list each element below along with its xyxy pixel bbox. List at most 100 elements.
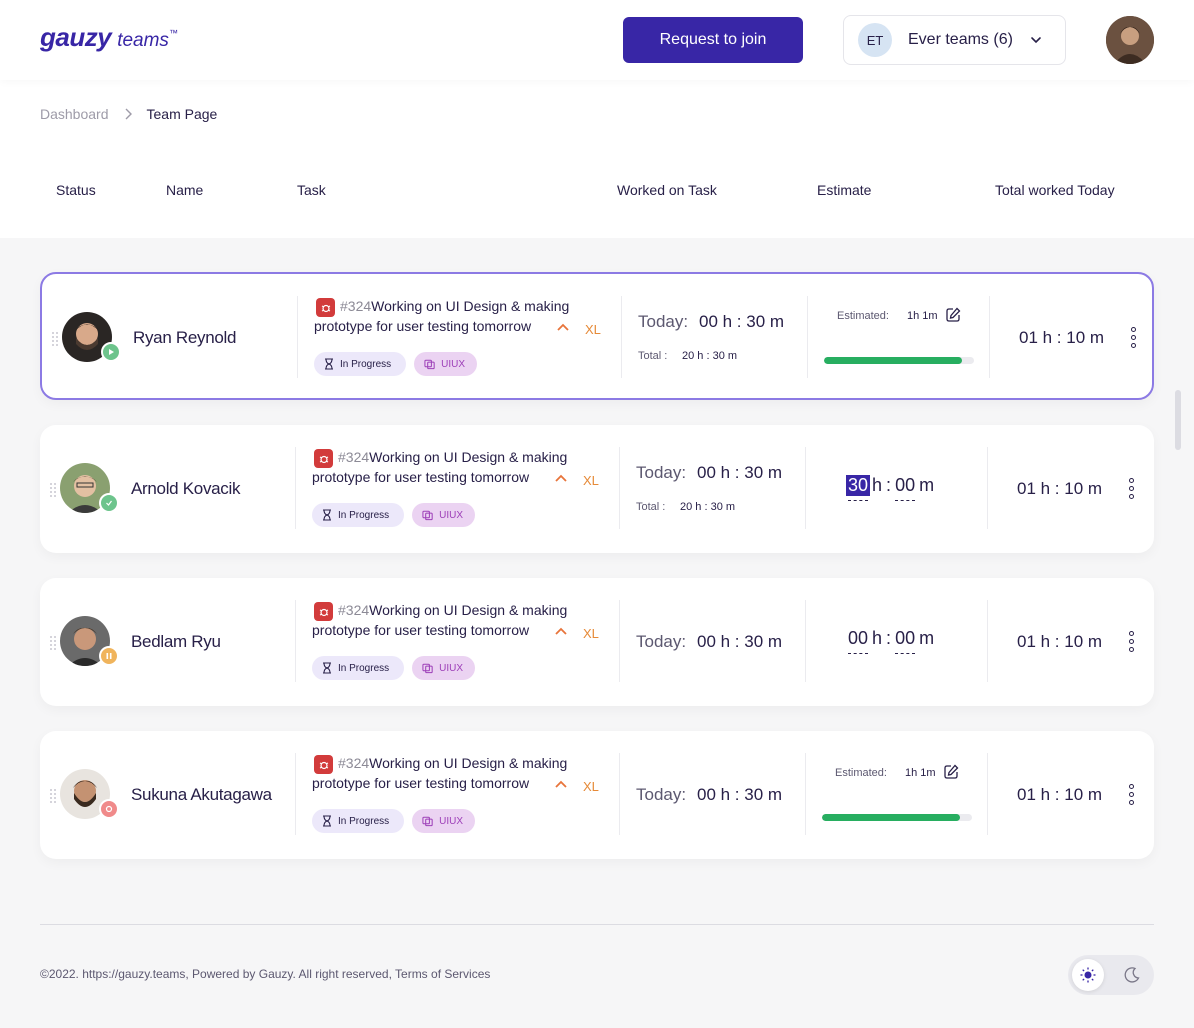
task-number: #324 <box>338 602 370 618</box>
today-label: Today: <box>636 632 687 651</box>
member-row[interactable]: Arnold Kovacik #324Working on UI Design … <box>40 425 1154 553</box>
today-label: Today: <box>636 785 687 804</box>
more-options-icon[interactable] <box>1126 478 1138 500</box>
estimate-progress-bar <box>824 357 974 364</box>
column-estimate: Estimate <box>817 182 872 198</box>
more-options-icon[interactable] <box>1128 327 1140 349</box>
divider <box>987 447 988 529</box>
breadcrumb-dashboard-link[interactable]: Dashboard <box>40 106 109 122</box>
estimate-progress-fill <box>824 357 962 364</box>
estimate-hours-input[interactable]: 00 <box>846 628 870 654</box>
logo-main-text: gauzy <box>40 22 112 52</box>
breadcrumb: Dashboard Team Page <box>40 106 217 122</box>
team-avatar: ET <box>858 23 892 57</box>
palette-icon <box>424 359 435 370</box>
hourglass-icon <box>323 509 331 521</box>
member-name[interactable]: Sukuna Akutagawa <box>131 785 272 805</box>
member-name[interactable]: Ryan Reynold <box>133 328 236 348</box>
divider <box>619 600 620 682</box>
member-row[interactable]: Sukuna Akutagawa #324Working on UI Desig… <box>40 731 1154 859</box>
drag-handle-icon[interactable] <box>52 332 58 346</box>
task-status-badge[interactable]: In Progress <box>312 809 404 833</box>
drag-handle-icon[interactable] <box>50 483 56 497</box>
task-title[interactable]: #324Working on UI Design & making protot… <box>312 600 582 640</box>
task-label-badge[interactable]: UIUX <box>412 809 475 833</box>
estimate-minutes-value: 00 <box>895 628 916 648</box>
user-avatar[interactable] <box>1106 16 1154 64</box>
estimate-hours-value: 00 <box>848 628 869 648</box>
time-separator: : <box>886 628 892 648</box>
estimated-label: Estimated: <box>837 310 889 322</box>
today-worked-value: 00 h : 30 m <box>697 463 783 482</box>
column-task: Task <box>297 182 326 198</box>
hours-unit: h <box>872 628 883 648</box>
divider <box>987 753 988 835</box>
chevron-down-icon <box>1031 37 1041 44</box>
divider <box>619 753 620 835</box>
pause-icon <box>99 646 119 666</box>
estimated-value: 1h 1m <box>905 767 936 779</box>
member-name[interactable]: Bedlam Ryu <box>131 632 221 652</box>
drag-handle-icon[interactable] <box>50 636 56 650</box>
total-worked-today-value: 01 h : 10 m <box>1017 785 1103 804</box>
priority-up-icon <box>555 627 567 635</box>
breadcrumb-current: Team Page <box>146 106 218 122</box>
moon-icon[interactable] <box>1120 963 1144 987</box>
logo-trademark: ™ <box>168 28 178 38</box>
member-name[interactable]: Arnold Kovacik <box>131 479 241 499</box>
task-label-text: UIUX <box>439 509 463 521</box>
task-size: XL <box>585 322 601 337</box>
total-worked-today-value: 01 h : 10 m <box>1017 632 1103 651</box>
task-label-badge[interactable]: UIUX <box>412 656 475 680</box>
task-label-badge[interactable]: UIUX <box>412 503 475 527</box>
priority-up-icon <box>555 780 567 788</box>
task-status-text: In Progress <box>338 815 390 827</box>
priority-up-icon <box>555 474 567 482</box>
member-row[interactable]: Bedlam Ryu #324Working on UI Design & ma… <box>40 578 1154 706</box>
estimate-minutes-input[interactable]: 00 <box>893 475 917 501</box>
input-underline <box>895 653 916 654</box>
task-status-badge[interactable]: In Progress <box>314 352 406 376</box>
estimate-input[interactable]: 30 h : 00 m <box>846 475 936 501</box>
chevron-right-icon <box>123 107 133 121</box>
estimate-hours-input[interactable]: 30 <box>846 475 871 501</box>
task-title[interactable]: #324Working on UI Design & making protot… <box>312 753 582 793</box>
total-worked-value: 20 h : 30 m <box>682 350 738 362</box>
more-options-icon[interactable] <box>1126 784 1138 806</box>
divider <box>295 600 296 682</box>
task-title[interactable]: #324Working on UI Design & making protot… <box>314 296 584 336</box>
edit-icon[interactable] <box>943 764 959 780</box>
task-status-text: In Progress <box>340 358 392 370</box>
estimate-input[interactable]: 00 h : 00 m <box>846 628 936 654</box>
member-row[interactable]: Ryan Reynold #324Working on UI Design & … <box>40 272 1154 400</box>
today-worked-value: 00 h : 30 m <box>699 312 785 331</box>
priority-up-icon <box>557 323 569 331</box>
task-label-badge[interactable]: UIUX <box>414 352 477 376</box>
task-size: XL <box>583 473 599 488</box>
more-options-icon[interactable] <box>1126 631 1138 653</box>
total-worked-value: 20 h : 30 m <box>680 501 736 513</box>
sun-icon[interactable] <box>1072 959 1104 991</box>
scrollbar[interactable] <box>1175 390 1181 450</box>
estimate-minutes-value: 00 <box>895 475 916 495</box>
task-label-text: UIUX <box>439 815 463 827</box>
team-dropdown[interactable]: ET Ever teams (6) <box>843 15 1066 65</box>
input-underline <box>848 500 869 501</box>
task-number: #324 <box>340 298 372 314</box>
task-status-badge[interactable]: In Progress <box>312 656 404 680</box>
team-name: Ever teams (6) <box>908 31 1013 48</box>
total-worked-today-value: 01 h : 10 m <box>1017 479 1103 498</box>
column-name: Name <box>166 182 204 198</box>
task-title[interactable]: #324Working on UI Design & making protot… <box>312 447 582 487</box>
drag-handle-icon[interactable] <box>50 789 56 803</box>
estimated-label: Estimated: <box>835 767 887 779</box>
estimate-minutes-input[interactable]: 00 <box>893 628 917 654</box>
task-status-badge[interactable]: In Progress <box>312 503 404 527</box>
task-number: #324 <box>338 449 370 465</box>
input-underline <box>895 500 916 501</box>
palette-icon <box>422 816 433 827</box>
request-to-join-button[interactable]: Request to join <box>623 17 803 63</box>
edit-icon[interactable] <box>945 307 961 323</box>
theme-toggle[interactable] <box>1068 955 1154 995</box>
gauzy-logo[interactable]: gauzy teams ™ <box>40 22 178 53</box>
